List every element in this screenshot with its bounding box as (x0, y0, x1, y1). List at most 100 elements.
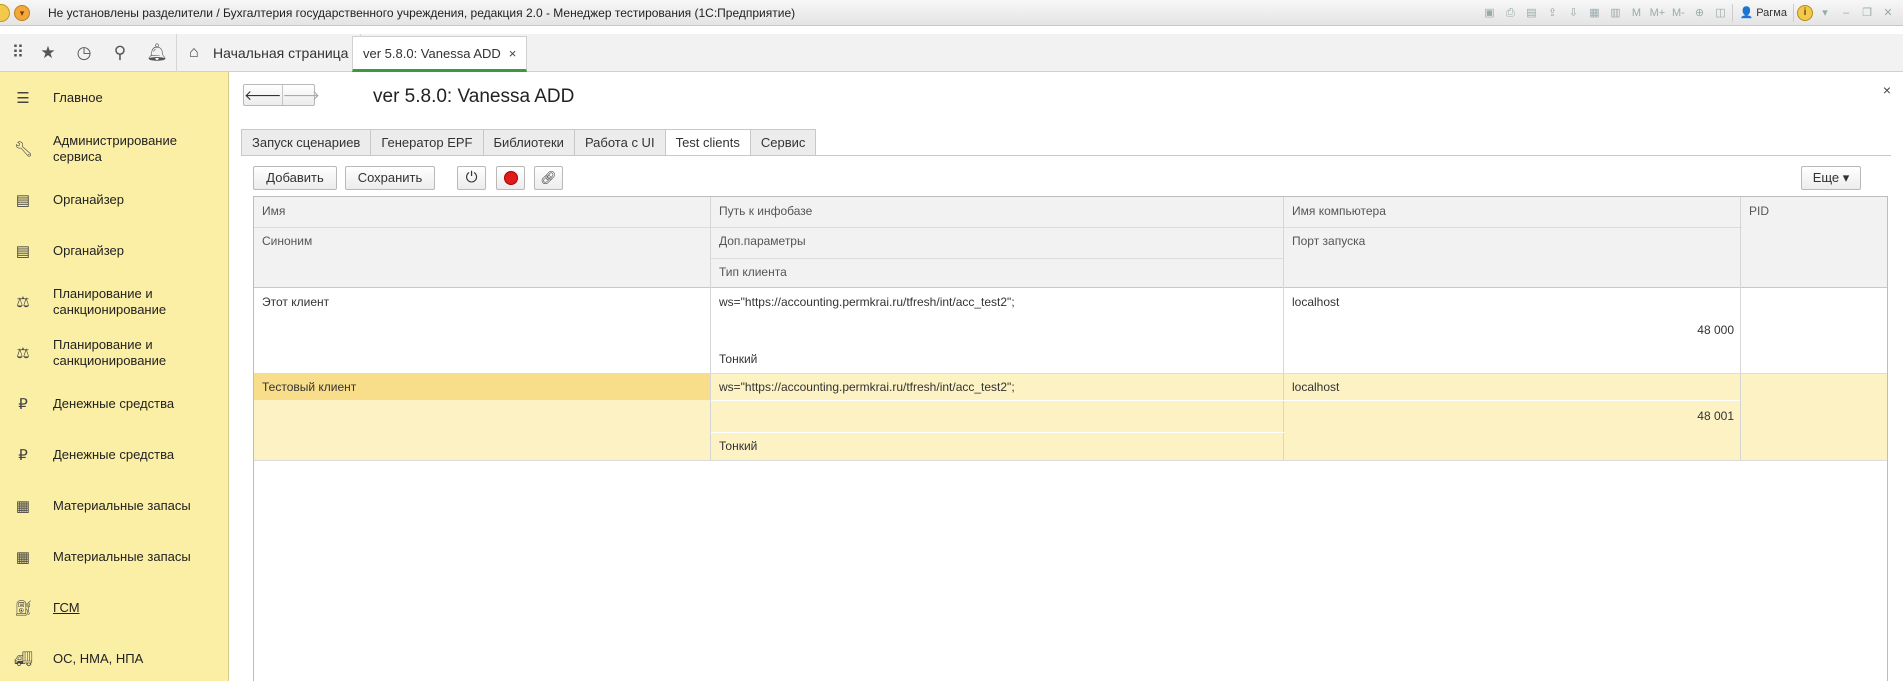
dropdown-icon[interactable]: ▾ (1816, 4, 1834, 22)
sidebar-item-inventory[interactable]: ▦ Материальные запасы (0, 480, 229, 531)
memory-m-icon[interactable]: M (1627, 4, 1645, 22)
tab-epf-generator[interactable]: Генератор EPF (370, 129, 483, 156)
table-row-1-client-type[interactable]: Тонкий (711, 345, 757, 374)
close-form-icon[interactable]: × (1883, 82, 1891, 98)
history-icon[interactable]: ◷ (66, 34, 102, 72)
memory-plus-icon[interactable]: M+ (1648, 4, 1666, 22)
save-icon[interactable]: ▣ (1480, 4, 1498, 22)
sidebar-item-cash-2[interactable]: ₽ Денежные средства (0, 429, 229, 480)
main-menu-button[interactable]: ▾ (14, 5, 30, 21)
sidebar-item-label: Материальные запасы (53, 497, 191, 513)
sections-sidebar: ☰ Главное 🔧︎ Администрирование сервиса ▤… (0, 72, 229, 681)
menu-lines-icon: ☰ (16, 89, 30, 107)
column-divider (710, 197, 711, 460)
planning-icon: ⚖ (16, 344, 30, 362)
tab-vanessa-add[interactable]: ver 5.8.0: Vanessa ADD × (352, 36, 528, 72)
row-divider (254, 373, 1887, 374)
close-window-icon[interactable]: ✕ (1879, 4, 1897, 22)
tab-home-page[interactable]: ⌂ Начальная страница (176, 34, 362, 72)
calculator-icon[interactable]: ▦ (1585, 4, 1603, 22)
memory-minus-icon[interactable]: M- (1669, 4, 1687, 22)
test-clients-table[interactable]: Имя Синоним Путь к инфобазе Доп.параметр… (253, 196, 1888, 681)
doc-tab-label: ver 5.8.0: Vanessa ADD (363, 46, 501, 61)
header-synonym[interactable]: Синоним (254, 227, 312, 256)
table-row-1-path[interactable]: ws="https://accounting.permkrai.ru/tfres… (711, 288, 1015, 317)
planning-icon: ⚖ (16, 293, 30, 311)
window-titlebar: ▾ Не установлены разделители / Бухгалтер… (0, 0, 1903, 26)
clipboard-icon: ▤ (15, 242, 31, 260)
table-row-2-path[interactable]: ws="https://accounting.permkrai.ru/tfres… (711, 374, 1015, 400)
restore-icon[interactable]: ❐ (1858, 4, 1876, 22)
calendar-icon[interactable]: ▥ (1606, 4, 1624, 22)
sidebar-item-planning-2[interactable]: ⚖ Планирование и санкционирование (0, 327, 229, 378)
form-area: 🡐 🡒 ver 5.8.0: Vanessa ADD × Запуск сцен… (229, 72, 1903, 681)
header-client-type[interactable]: Тип клиента (711, 258, 787, 287)
import-icon[interactable]: ⇩ (1564, 4, 1582, 22)
sidebar-item-fixed-assets[interactable]: 🚚︎ ОС, НМА, НПА (0, 633, 229, 681)
save-button[interactable]: Сохранить (345, 166, 435, 190)
sidebar-item-main[interactable]: ☰ Главное (0, 72, 229, 123)
ruble-coin-icon: ₽ (18, 446, 28, 464)
power-icon[interactable]: ⏻ (457, 166, 486, 190)
table-row-2-client-type[interactable]: Тонкий (711, 432, 757, 460)
sidebar-item-inventory-2[interactable]: ▦ Материальные запасы (0, 531, 229, 582)
panels-icon[interactable]: ◫ (1711, 4, 1729, 22)
home-icon: ⌂ (189, 44, 199, 61)
tab-ui-work[interactable]: Работа с UI (573, 129, 665, 156)
table-row-2-name[interactable]: Тестовый клиент (254, 374, 356, 400)
sidebar-item-label: Органайзер (53, 242, 124, 258)
forward-arrow-icon[interactable]: 🡒 (281, 85, 320, 105)
header-name[interactable]: Имя (254, 197, 285, 226)
minimize-icon[interactable]: – (1837, 4, 1855, 22)
print-icon[interactable]: ⎙ (1501, 4, 1519, 22)
tab-run-scenarios[interactable]: Запуск сценариев (241, 129, 371, 156)
header-computer[interactable]: Имя компьютера (1284, 197, 1386, 226)
sidebar-item-label: Главное (53, 89, 103, 105)
titlebar-toolbar: ▣ ⎙ ▤ ⇪ ⇩ ▦ ▥ M M+ M- ⊕ ◫ 👤 Рагма i ▾ – … (1480, 4, 1897, 22)
sidebar-item-planning[interactable]: ⚖ Планирование и санкционирование (0, 276, 229, 327)
record-icon[interactable] (496, 166, 525, 190)
sidebar-item-label: ОС, НМА, НПА (53, 650, 144, 666)
search-icon[interactable]: ⚲ (102, 34, 138, 72)
tab-service[interactable]: Сервис (749, 129, 817, 156)
header-pid[interactable]: PID (1741, 197, 1769, 226)
header-divider (711, 258, 1284, 259)
row-divider (254, 460, 1887, 461)
table-row-1-port[interactable]: 48 000 (1284, 316, 1740, 345)
export-icon[interactable]: ⇪ (1543, 4, 1561, 22)
tab-test-clients[interactable]: Test clients (664, 129, 750, 156)
preview-icon[interactable]: ▤ (1522, 4, 1540, 22)
ruble-coin-icon: ₽ (18, 395, 28, 413)
history-navigation: 🡐 🡒 (243, 84, 320, 106)
header-path[interactable]: Путь к инфобазе (711, 197, 812, 226)
back-arrow-icon[interactable]: 🡐 (244, 85, 282, 105)
table-row-2-computer[interactable]: localhost (1284, 374, 1339, 400)
sidebar-item-fuel[interactable]: ⛽︎ ГСМ (0, 582, 229, 633)
info-icon[interactable]: i (1797, 5, 1813, 21)
1c-logo-icon (0, 4, 10, 22)
sidebar-item-organizer[interactable]: ▤ Органайзер (0, 174, 229, 225)
more-button[interactable]: Еще ▾ (1801, 166, 1861, 190)
form-title: ver 5.8.0: Vanessa ADD (373, 86, 575, 107)
sidebar-item-cash[interactable]: ₽ Денежные средства (0, 378, 229, 429)
link-icon[interactable]: 🔗︎ (534, 166, 563, 190)
fuel-icon: ⛽︎ (14, 599, 34, 617)
sidebar-item-service-admin[interactable]: 🔧︎ Администрирование сервиса (0, 123, 229, 174)
table-row-1-name[interactable]: Этот клиент (254, 288, 329, 317)
current-user[interactable]: 👤 Рагма (1732, 4, 1794, 22)
table-row-1-computer[interactable]: localhost (1284, 288, 1339, 317)
header-port[interactable]: Порт запуска (1284, 227, 1365, 256)
header-params[interactable]: Доп.параметры (711, 227, 806, 256)
sidebar-item-label: Органайзер (53, 191, 124, 207)
tab-libraries[interactable]: Библиотеки (482, 129, 574, 156)
zoom-icon[interactable]: ⊕ (1690, 4, 1708, 22)
add-button[interactable]: Добавить (253, 166, 337, 190)
table-row-2-port[interactable]: 48 001 (1284, 402, 1740, 431)
sidebar-item-label: Планирование и санкционирование (53, 336, 167, 368)
favorites-star-icon[interactable]: ★ (30, 34, 66, 72)
sidebar-item-organizer-2[interactable]: ▤ Органайзер (0, 225, 229, 276)
close-tab-icon[interactable]: × (509, 46, 517, 61)
notifications-bell-icon[interactable]: 🔔︎ (139, 34, 175, 72)
sidebar-item-label: Денежные средства (53, 446, 175, 462)
sidebar-item-label: Администрирование сервиса (53, 132, 177, 164)
